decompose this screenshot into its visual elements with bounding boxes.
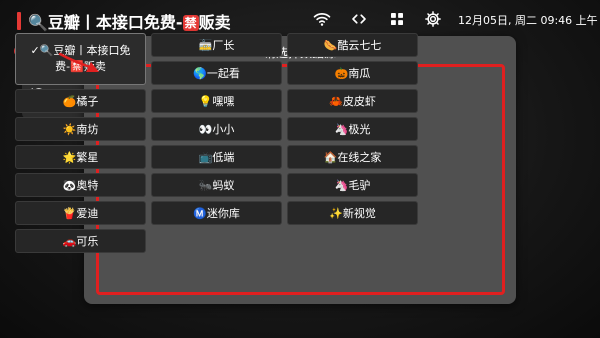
wifi-icon xyxy=(313,13,331,26)
source-option[interactable]: 🌎一起看 xyxy=(151,61,282,85)
datetime: 12月05日, 周二 09:46 上午 xyxy=(458,14,598,27)
source-option[interactable]: 🏠在线之家 xyxy=(287,145,418,169)
source-option[interactable]: 🐜蚂蚁 xyxy=(151,173,282,197)
screen: 🔍豆瓣丨本接口免费-禁贩卖 12月05日, 周二 09:46 上午 首页 xyxy=(0,0,600,338)
source-option[interactable]: 🚗可乐 xyxy=(15,229,146,253)
source-option[interactable]: 🦄极光 xyxy=(287,117,418,141)
source-option[interactable]: 🍊橘子 xyxy=(15,89,146,113)
source-option[interactable]: 📺低端 xyxy=(151,145,282,169)
source-option[interactable]: ✨新视觉 xyxy=(287,201,418,225)
code-icon[interactable] xyxy=(350,10,368,28)
source-option[interactable]: 👀小小 xyxy=(151,117,282,141)
source-option[interactable]: 🐼奥特 xyxy=(15,173,146,197)
source-option[interactable]: 🦄毛驴 xyxy=(287,173,418,197)
ban-badge: 禁 xyxy=(182,15,199,31)
source-option[interactable]: 🎃南瓜 xyxy=(287,61,418,85)
site-title-suffix: 贩卖 xyxy=(198,13,231,32)
source-option[interactable]: ☀️南坊 xyxy=(15,117,146,141)
grid-icon[interactable] xyxy=(388,10,406,28)
brand-accent-bar xyxy=(17,12,21,30)
top-bar: 🔍豆瓣丨本接口免费- 禁贩卖 12月05日, 周二 09:46 上午 xyxy=(0,0,600,36)
source-option[interactable]: 🌟繁星 xyxy=(15,145,146,169)
site-title-text: 🔍豆瓣丨本接口免费- xyxy=(28,13,183,32)
site-title: 🔍豆瓣丨本接口免费- 禁贩卖 xyxy=(28,9,231,33)
gear-icon[interactable] xyxy=(424,10,442,28)
source-grid: ✓🔍豆瓣丨本接口免费-🈲贩卖 🚋厂长 🌭酷云七七 🌎一起看 🎃南瓜 🍊橘子 💡嘿嘿 🦀皮皮虾 ☀… xyxy=(15,33,418,253)
source-option[interactable]: 🚋厂长 xyxy=(151,33,282,57)
source-option[interactable]: 🦀皮皮虾 xyxy=(287,89,418,113)
source-option[interactable]: 💡嘿嘿 xyxy=(151,89,282,113)
source-option[interactable]: Ⓜ️迷你库 xyxy=(151,201,282,225)
source-option[interactable]: ✓🔍豆瓣丨本接口免费-🈲贩卖 xyxy=(15,33,146,85)
source-option[interactable]: 🍟爱迪 xyxy=(15,201,146,225)
source-option[interactable]: 🌭酷云七七 xyxy=(287,33,418,57)
